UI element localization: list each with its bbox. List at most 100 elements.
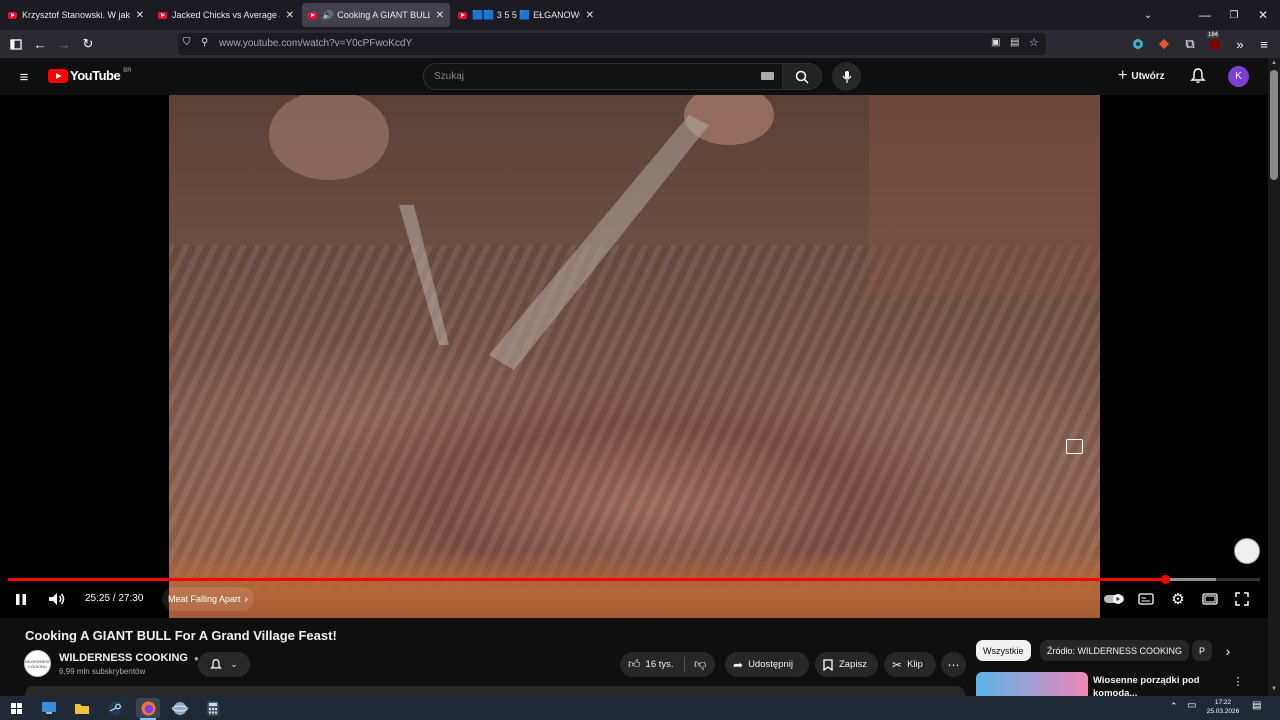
reader-view-icon[interactable]: ▤ xyxy=(1010,37,1019,48)
like-dislike-group: 👍︎ 16 tys. 👎︎ xyxy=(620,652,715,677)
tab-title: 🟦🟦 3 5 5 🟦 EŁGANOWO: D xyxy=(472,9,580,20)
show-hidden-icons-icon[interactable]: ⌃ xyxy=(1170,701,1178,712)
app-menu-icon[interactable]: ≡ xyxy=(1254,34,1274,54)
scroll-down-arrow-icon[interactable]: ▼ xyxy=(1271,686,1277,692)
volume-button[interactable] xyxy=(46,589,68,609)
channel-name[interactable]: WILDERNESS COOKING ● xyxy=(59,652,199,664)
url-text[interactable]: www.youtube.com/watch?v=Y0cPFwoKcdY xyxy=(219,38,412,49)
notification-center-icon[interactable]: ▤ xyxy=(1252,700,1261,711)
shield-icon[interactable]: ⛉ xyxy=(183,37,191,48)
network-icon[interactable]: ▭ xyxy=(1187,700,1196,711)
description-box[interactable] xyxy=(25,686,965,696)
channel-name-text[interactable]: WILDERNESS COOKING xyxy=(59,652,188,664)
steam-icon[interactable] xyxy=(104,698,126,718)
close-tab-icon[interactable]: ✕ xyxy=(136,10,144,21)
channel-avatar-text: WILDERNESS COOKING xyxy=(24,658,51,669)
autoplay-toggle[interactable] xyxy=(1103,591,1125,607)
forward-icon[interactable]: → xyxy=(54,34,74,54)
youtube-play-logo-icon xyxy=(48,68,68,83)
permissions-icon[interactable]: ⚲ xyxy=(201,37,208,48)
guide-menu-icon[interactable]: ≡ xyxy=(14,67,34,87)
mini-player-icon[interactable] xyxy=(1066,439,1083,454)
close-window-icon[interactable]: ✕ xyxy=(1246,0,1280,30)
sidebar-toggle-icon[interactable] xyxy=(6,34,26,54)
like-icon[interactable]: 👍︎ xyxy=(628,657,641,672)
chip-partial[interactable]: P xyxy=(1192,640,1212,661)
file-explorer-icon[interactable] xyxy=(71,698,93,718)
page-scrollbar[interactable]: ▲ ▼ xyxy=(1268,58,1280,698)
bookmark-icon xyxy=(823,658,833,671)
clip-button[interactable]: ✂ Klip xyxy=(884,652,936,677)
list-all-tabs-icon[interactable]: ⌄ xyxy=(1131,0,1165,30)
share-button[interactable]: ➦ Udostępnij xyxy=(725,652,809,677)
notifications-bell-icon[interactable] xyxy=(1190,67,1206,89)
more-tools-icon[interactable]: » xyxy=(1230,34,1250,54)
theater-mode-button[interactable] xyxy=(1200,589,1220,609)
bookmark-star-icon[interactable]: ☆ xyxy=(1029,36,1039,49)
close-tab-icon[interactable]: ✕ xyxy=(286,10,294,21)
back-icon[interactable]: ← xyxy=(30,34,50,54)
channel-avatar[interactable]: WILDERNESS COOKING xyxy=(24,650,51,677)
region-code: BR xyxy=(123,68,132,74)
keyboard-icon[interactable] xyxy=(761,72,774,80)
pause-button[interactable] xyxy=(11,589,31,609)
progress-scrubber-handle[interactable] xyxy=(1161,575,1171,584)
app-icon[interactable] xyxy=(169,698,191,718)
calculator-icon[interactable] xyxy=(202,698,224,718)
youtube-header: ≡ YouTube BR Szukaj + Utwórz K xyxy=(0,58,1268,95)
settings-gear-icon[interactable]: ⚙ xyxy=(1168,589,1188,609)
scrollbar-thumb[interactable] xyxy=(1270,70,1278,180)
account-avatar[interactable]: K xyxy=(1228,66,1249,87)
chip-from-channel[interactable]: Źródło: WILDERNESS COOKING xyxy=(1040,640,1190,661)
create-button[interactable]: + Utwórz xyxy=(1118,66,1165,86)
video-frame[interactable] xyxy=(169,95,1100,618)
recommended-video-thumbnail[interactable] xyxy=(976,672,1088,696)
browser-tab-bar: Krzysztof Stanowski. W jakiej sp ✕ Jacke… xyxy=(0,0,1280,30)
video-player[interactable]: 25:25 / 27:30 Meat Falling Apart › ⚙ xyxy=(0,95,1268,618)
vpn-extension-icon[interactable] xyxy=(1128,34,1148,54)
like-count[interactable]: 16 tys. xyxy=(646,659,674,670)
youtube-logo[interactable]: YouTube BR xyxy=(48,68,132,83)
dislike-icon[interactable]: 👎︎ xyxy=(694,657,706,672)
picture-in-picture-icon[interactable]: ▣ xyxy=(991,37,1000,48)
browser-tab[interactable]: 🟦🟦 3 5 5 🟦 EŁGANOWO: D ✕ xyxy=(452,3,600,27)
chip-all[interactable]: Wszystkie xyxy=(976,640,1031,661)
chips-next-arrow-icon[interactable]: › xyxy=(1218,641,1238,661)
search-placeholder: Szukaj xyxy=(434,71,465,82)
youtube-favicon-icon xyxy=(308,11,317,19)
reload-icon[interactable]: ↻ xyxy=(78,34,98,54)
url-bar[interactable]: ⛉ ⚲ www.youtube.com/watch?v=Y0cPFwoKcdY … xyxy=(178,33,1046,55)
extensions-puzzle-icon[interactable]: ⧉ xyxy=(1180,34,1200,54)
tab-title: Cooking A GIANT BULL For xyxy=(337,10,429,20)
voice-search-button[interactable] xyxy=(832,62,861,91)
close-tab-icon[interactable]: ✕ xyxy=(586,10,594,21)
windows-start-icon[interactable] xyxy=(5,698,27,718)
create-label: Utwórz xyxy=(1131,70,1165,82)
system-clock[interactable]: 17:22 25.03.2026 xyxy=(1205,698,1241,716)
extension-badge-count: 184 xyxy=(1207,32,1220,38)
app-icon[interactable] xyxy=(38,698,60,718)
search-input[interactable]: Szukaj xyxy=(423,63,783,90)
subtitles-icon xyxy=(1138,593,1154,605)
progress-bar[interactable] xyxy=(8,575,1260,584)
fullscreen-button[interactable] xyxy=(1232,589,1252,609)
notifications-subscribe-button[interactable]: ⌄ xyxy=(198,652,250,677)
channel-watermark[interactable] xyxy=(1234,538,1260,564)
chapter-button[interactable]: Meat Falling Apart › xyxy=(162,587,254,611)
recommended-video-title[interactable]: Wiosenne porządki pod komoda... xyxy=(1093,674,1213,696)
subtitles-button[interactable] xyxy=(1136,589,1156,609)
more-actions-icon[interactable]: ⋯ xyxy=(941,652,966,677)
fox-extension-icon[interactable] xyxy=(1154,34,1174,54)
firefox-icon[interactable] xyxy=(136,698,160,718)
browser-tab-active[interactable]: 🔊 Cooking A GIANT BULL For ✕ xyxy=(302,3,450,27)
ublock-extension-icon[interactable]: 184 xyxy=(1205,32,1225,54)
browser-tab[interactable]: Jacked Chicks vs Average Joes | ✕ xyxy=(152,3,300,27)
browser-tab[interactable]: Krzysztof Stanowski. W jakiej sp ✕ xyxy=(2,3,150,27)
subscriber-count: 6,99 mln subskrybentów xyxy=(59,667,146,676)
search-button[interactable] xyxy=(782,63,822,90)
close-tab-icon[interactable]: ✕ xyxy=(436,10,444,21)
save-button[interactable]: Zapisz xyxy=(815,652,878,677)
recommended-more-icon[interactable]: ⋮ xyxy=(1232,673,1244,689)
audio-playing-icon[interactable]: 🔊 xyxy=(322,10,333,21)
scroll-up-arrow-icon[interactable]: ▲ xyxy=(1271,60,1277,66)
